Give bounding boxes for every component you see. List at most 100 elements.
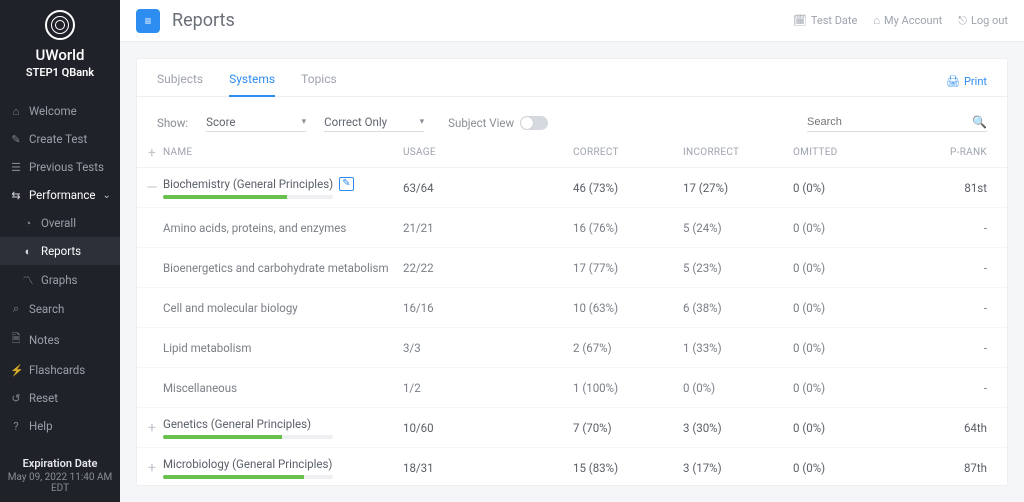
- row-name: Genetics (General Principles): [163, 417, 311, 431]
- topbar-link-test-date[interactable]: 🗓 Test Date: [793, 14, 857, 28]
- progress-bar: [163, 195, 333, 199]
- row-name: Biochemistry (General Principles): [163, 177, 333, 191]
- search-field[interactable]: 🔍: [807, 113, 987, 132]
- performance-icon: ⇆: [10, 189, 22, 202]
- cell-omitted: 0 (0%): [793, 381, 913, 395]
- page-title: Reports: [172, 10, 235, 31]
- sidebar-item-label: Graphs: [41, 273, 78, 287]
- print-button[interactable]: 🖨 Print: [946, 75, 987, 96]
- previous-tests-icon: ☰: [10, 161, 22, 174]
- sidebar-footer: Expiration Date May 09, 2022 11:40 AM ED…: [0, 449, 120, 502]
- cell-omitted: 0 (0%): [793, 421, 913, 435]
- sidebar-item-reset[interactable]: ↺ Reset: [0, 384, 120, 412]
- sidebar-toggle-button[interactable]: ≡: [136, 9, 160, 33]
- cell-correct: 17 (77%): [573, 261, 683, 275]
- log-out-icon: ⎋: [958, 14, 967, 28]
- test-date-icon: 🗓: [793, 14, 807, 27]
- topbar: ≡ Reports 🗓 Test Date ⌂My Account ⎋ Log out: [120, 0, 1024, 42]
- sidebar-item-help[interactable]: ? Help: [0, 412, 120, 440]
- search-input[interactable]: [807, 116, 972, 128]
- sidebar-item-label: Welcome: [29, 104, 77, 118]
- cell-omitted: 0 (0%): [793, 341, 913, 355]
- sidebar-item-graphs[interactable]: 〽Graphs: [0, 265, 120, 295]
- sidebar-item-label: Reports: [41, 244, 81, 258]
- col-omitted: OMITTED: [793, 147, 913, 158]
- topbar-link-my-account[interactable]: ⌂My Account: [873, 14, 942, 28]
- table-subrow: Bioenergetics and carbohydrate metabolis…: [137, 248, 1007, 288]
- brand-block: UWorld STEP1 QBank: [0, 0, 120, 93]
- sidebar-item-label: Reset: [29, 391, 58, 405]
- table-subrow: Amino acids, proteins, and enzymes21/211…: [137, 208, 1007, 248]
- tab-topics[interactable]: Topics: [301, 62, 337, 96]
- row-name: Amino acids, proteins, and enzymes: [163, 221, 346, 235]
- cell-prank: -: [913, 341, 987, 355]
- sidebar-item-previous-tests[interactable]: ☰Previous Tests: [0, 153, 120, 181]
- sidebar-item-label: Overall: [41, 216, 76, 230]
- row-name: Lipid metabolism: [163, 341, 251, 355]
- sidebar-nav: ⌂Welcome✎Create Test☰Previous Tests ⇆ Perf…: [0, 93, 120, 444]
- tabbar: Subjects Systems Topics 🖨 Print: [137, 59, 1007, 97]
- cell-usage: 18/31: [403, 461, 573, 475]
- sidebar-item-overall[interactable]: ◔Overall: [0, 209, 120, 237]
- sidebar-item-label: Create Test: [29, 132, 87, 146]
- note-icon[interactable]: ✎: [339, 177, 353, 191]
- cell-omitted: 0 (0%): [793, 221, 913, 235]
- cell-usage: 63/64: [403, 181, 573, 195]
- cell-prank: -: [913, 301, 987, 315]
- reset-icon: ↺: [10, 392, 22, 405]
- expand-all-icon[interactable]: +: [141, 146, 163, 160]
- cell-usage: 22/22: [403, 261, 573, 275]
- sidebar: UWorld STEP1 QBank ⌂Welcome✎Create Test☰…: [0, 0, 120, 502]
- table-subrow: Miscellaneous1/21 (100%)0 (0%)0 (0%)-: [137, 368, 1007, 408]
- name-cell: Bioenergetics and carbohydrate metabolis…: [163, 261, 403, 275]
- sidebar-item-label: Performance: [29, 188, 96, 202]
- cell-omitted: 0 (0%): [793, 301, 913, 315]
- sidebar-item-notes[interactable]: 🗎Notes: [0, 323, 120, 356]
- sidebar-item-search[interactable]: ⌕ Search: [0, 295, 120, 323]
- cell-correct: 1 (100%): [573, 381, 683, 395]
- sidebar-item-label: Search: [29, 302, 64, 316]
- name-cell: Biochemistry (General Principles) ✎: [163, 177, 403, 199]
- tab-systems[interactable]: Systems: [229, 62, 275, 97]
- tab-subjects[interactable]: Subjects: [157, 62, 203, 96]
- cell-prank: -: [913, 221, 987, 235]
- sidebar-item-flashcards[interactable]: ⚡Flashcards: [0, 356, 120, 384]
- col-usage: USAGE: [403, 147, 573, 158]
- flashcards-icon: ⚡: [10, 364, 22, 377]
- name-cell: Miscellaneous: [163, 381, 403, 395]
- sidebar-item-performance[interactable]: ⇆Performance⌄: [0, 181, 120, 209]
- correct-only-dropdown[interactable]: Correct Only ▾: [324, 113, 424, 132]
- subject-view-switch[interactable]: [520, 116, 548, 130]
- expand-icon[interactable]: +: [141, 421, 163, 435]
- print-icon: 🖨: [946, 75, 960, 88]
- search-icon: ⌕: [10, 302, 22, 316]
- cell-usage: 10/60: [403, 421, 573, 435]
- cell-correct: 46 (73%): [573, 181, 683, 195]
- row-name: Cell and molecular biology: [163, 301, 298, 315]
- topbar-link-label: Test Date: [811, 14, 858, 27]
- score-dropdown[interactable]: Score ▾: [206, 113, 306, 132]
- sidebar-item-reports[interactable]: ◐ Reports: [0, 237, 120, 265]
- progress-bar: [163, 435, 333, 439]
- reports-icon: ◐: [22, 245, 34, 258]
- sidebar-item-label: Help: [29, 419, 53, 433]
- topbar-link-log-out[interactable]: ⎋ Log out: [958, 14, 1008, 28]
- help-icon: ?: [10, 420, 22, 433]
- topbar-link-label: Log out: [971, 14, 1008, 27]
- cell-correct: 7 (70%): [573, 421, 683, 435]
- expand-icon[interactable]: +: [141, 461, 163, 475]
- cell-omitted: 0 (0%): [793, 461, 913, 475]
- topbar-links: 🗓 Test Date ⌂My Account ⎋ Log out: [793, 14, 1008, 28]
- my-account-icon: ⌂: [873, 14, 880, 27]
- name-cell: Genetics (General Principles): [163, 417, 403, 439]
- expiration-date: May 09, 2022 11:40 AM EDT: [4, 472, 116, 494]
- notes-icon: 🗎: [10, 330, 22, 349]
- col-correct: CORRECT: [573, 147, 683, 158]
- name-cell: Amino acids, proteins, and enzymes: [163, 221, 403, 235]
- sidebar-item-welcome[interactable]: ⌂Welcome: [0, 97, 120, 125]
- score-dropdown-value: Score: [206, 115, 235, 129]
- progress-bar: [163, 475, 333, 479]
- collapse-icon[interactable]: —: [141, 181, 163, 195]
- correct-only-value: Correct Only: [324, 115, 387, 129]
- sidebar-item-create-test[interactable]: ✎Create Test: [0, 125, 120, 153]
